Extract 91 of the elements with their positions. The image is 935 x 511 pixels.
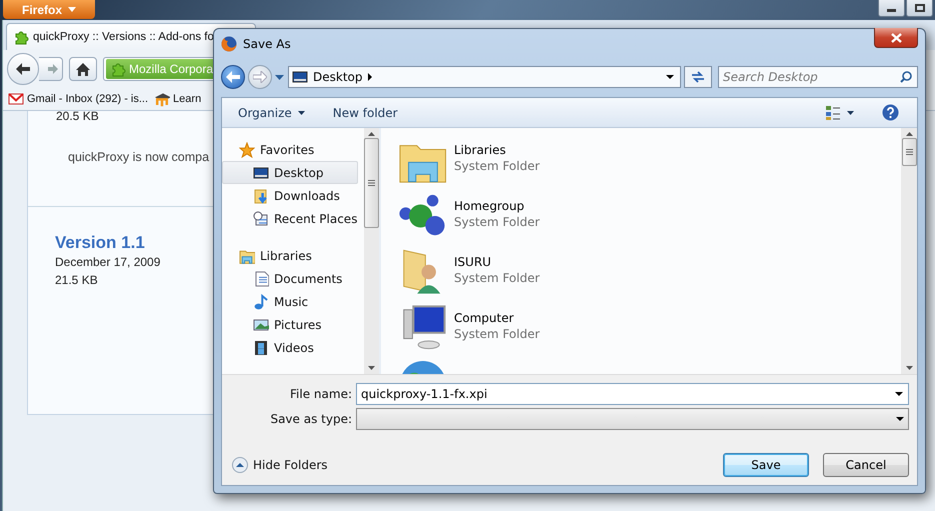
dialog-button[interactable]: Cancel bbox=[823, 453, 909, 477]
minimize-button[interactable] bbox=[878, 0, 905, 17]
nav-tree-item[interactable]: Desktop bbox=[222, 161, 358, 184]
forward-arrow-icon bbox=[253, 71, 267, 83]
breadcrumb-item[interactable]: Desktop bbox=[313, 70, 362, 84]
nav-tree-item[interactable]: Videos bbox=[222, 336, 358, 359]
scroll-down-icon bbox=[368, 366, 376, 370]
file-size: 20.5 KB bbox=[55, 109, 100, 123]
grip-icon bbox=[368, 180, 376, 186]
details-view-icon bbox=[825, 104, 841, 120]
nav-tree-item[interactable]: Pictures bbox=[222, 313, 358, 336]
desktop-icon bbox=[292, 69, 308, 85]
nav-tree-item[interactable]: Documents bbox=[222, 267, 358, 290]
scrollbar[interactable] bbox=[901, 128, 917, 374]
file-name-field[interactable]: quickproxy-1.1-fx.xpi bbox=[356, 383, 909, 405]
file-type-dropdown[interactable] bbox=[356, 408, 909, 430]
version-title: Version 1.1 bbox=[55, 233, 146, 253]
item-name: ISURU bbox=[454, 254, 492, 270]
desktop-icon bbox=[253, 164, 269, 180]
recent-places-icon bbox=[253, 210, 269, 226]
scrollbar[interactable] bbox=[364, 128, 380, 374]
bookmark-link[interactable]: Gmail - Inbox (292) - is... bbox=[8, 91, 148, 107]
refresh-arrows-icon bbox=[691, 71, 705, 83]
back-button[interactable] bbox=[7, 53, 39, 85]
close-icon bbox=[890, 32, 902, 42]
picture-icon bbox=[253, 316, 269, 332]
folder-item[interactable]: ISURU System Folder bbox=[399, 248, 901, 304]
field-label: File name: bbox=[289, 387, 352, 401]
refresh-button[interactable] bbox=[684, 66, 712, 88]
nav-tree-item[interactable]: Downloads bbox=[222, 184, 358, 207]
scroll-thumb[interactable] bbox=[902, 138, 916, 166]
folder-item[interactable]: Computer System Folder bbox=[399, 304, 901, 360]
release-date: December 17, 2009 bbox=[55, 254, 162, 271]
downloads-folder-icon bbox=[253, 188, 269, 204]
home-button[interactable] bbox=[69, 57, 97, 81]
hide-folders-button[interactable]: Hide Folders bbox=[232, 457, 328, 473]
release-note: quickProxy is now compa bbox=[68, 150, 210, 164]
caret-icon bbox=[896, 417, 904, 421]
folder-item[interactable]: Homegroup System Folder bbox=[399, 192, 901, 248]
dialog-button[interactable]: Save bbox=[723, 453, 809, 477]
item-type: System Folder bbox=[454, 326, 540, 342]
puzzle-icon bbox=[110, 61, 126, 77]
nav-tree-item[interactable]: Favorites bbox=[222, 138, 358, 161]
nav-tree-item[interactable]: Music bbox=[222, 290, 358, 313]
music-note-icon bbox=[253, 294, 269, 310]
home-icon bbox=[76, 62, 90, 76]
scroll-thumb[interactable] bbox=[364, 138, 380, 228]
scroll-up-icon bbox=[906, 132, 912, 136]
file-size: 21.5 KB bbox=[55, 272, 99, 289]
back-button[interactable] bbox=[221, 65, 245, 89]
item-name: Homegroup bbox=[454, 198, 526, 214]
library-folder-icon bbox=[239, 248, 255, 264]
hat-icon bbox=[154, 91, 170, 107]
puzzle-icon bbox=[13, 29, 29, 45]
collapse-up-icon bbox=[232, 457, 248, 473]
back-arrow-icon bbox=[226, 71, 240, 83]
help-icon bbox=[882, 104, 899, 121]
maximize-icon bbox=[914, 4, 924, 12]
item-name: Computer bbox=[454, 310, 515, 326]
chevron-right-icon bbox=[368, 73, 372, 81]
grip-icon bbox=[906, 149, 912, 155]
scroll-up-icon bbox=[368, 132, 376, 136]
search-field[interactable]: Search Desktop bbox=[718, 66, 918, 88]
toolbar-button[interactable]: New folder bbox=[324, 102, 406, 122]
document-icon bbox=[253, 270, 269, 286]
mail-envelope-icon bbox=[8, 91, 24, 107]
bookmark-link[interactable]: Learn bbox=[154, 91, 202, 107]
maximize-button[interactable] bbox=[906, 0, 933, 17]
scroll-down-icon bbox=[906, 366, 912, 370]
item-type: System Folder bbox=[454, 158, 540, 174]
nav-tree-item[interactable]: Recent Places bbox=[222, 207, 358, 230]
back-arrow-icon bbox=[15, 62, 31, 76]
search-icon bbox=[900, 71, 912, 83]
item-type: System Folder bbox=[454, 214, 540, 230]
star-icon bbox=[239, 142, 255, 158]
caret-icon bbox=[666, 75, 674, 79]
forward-arrow-icon bbox=[47, 63, 59, 75]
caret-icon bbox=[275, 74, 284, 80]
field-label: Save as type: bbox=[269, 412, 352, 426]
recent-pages-button[interactable] bbox=[275, 74, 285, 80]
firefox-logo-icon bbox=[221, 36, 237, 52]
caret-icon bbox=[895, 392, 903, 396]
address-bar[interactable]: Desktop bbox=[288, 66, 681, 88]
item-type: System Folder bbox=[454, 270, 540, 286]
caret-icon bbox=[68, 7, 76, 12]
nav-tree-item[interactable]: Libraries bbox=[222, 244, 358, 267]
close-button[interactable] bbox=[874, 28, 918, 48]
item-name: Libraries bbox=[454, 142, 507, 158]
toolbar-button[interactable]: Organize bbox=[230, 102, 313, 122]
folder-item[interactable]: Libraries System Folder bbox=[399, 136, 901, 192]
film-strip-icon bbox=[253, 340, 269, 356]
